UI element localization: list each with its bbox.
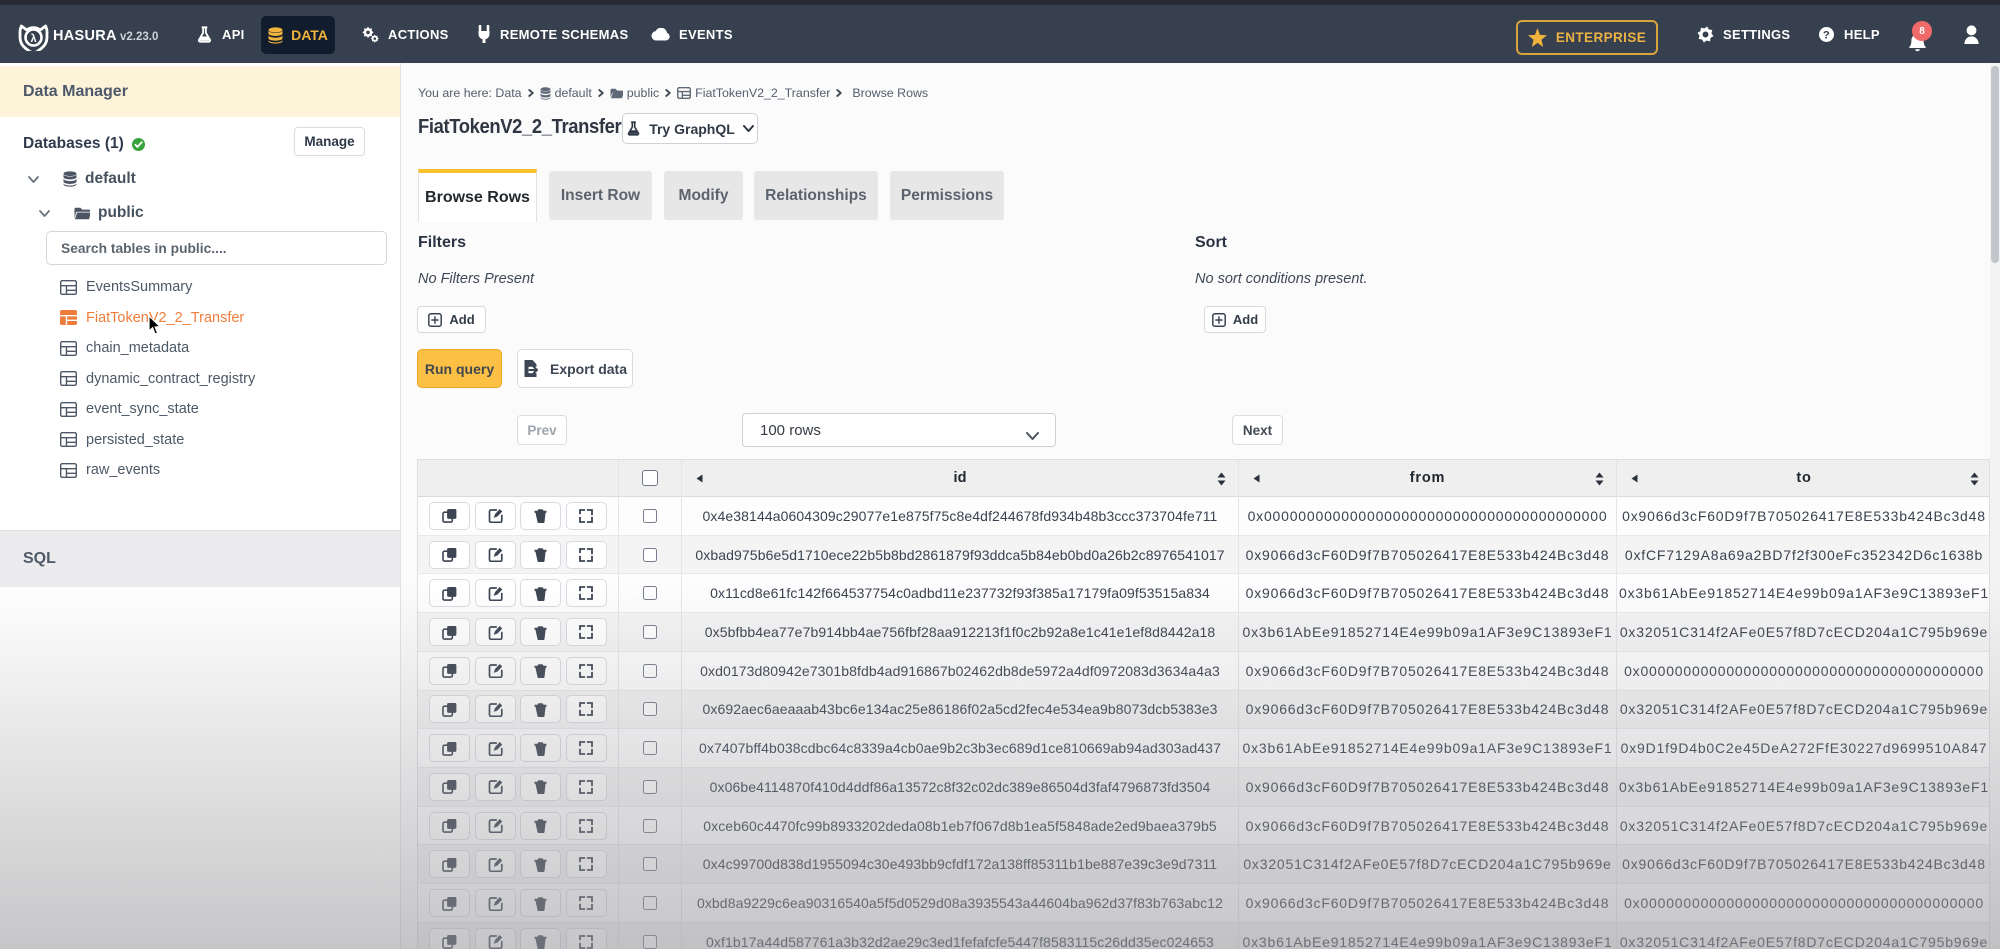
svg-text:λ: λ — [30, 33, 36, 45]
svg-text:?: ? — [1823, 29, 1830, 41]
